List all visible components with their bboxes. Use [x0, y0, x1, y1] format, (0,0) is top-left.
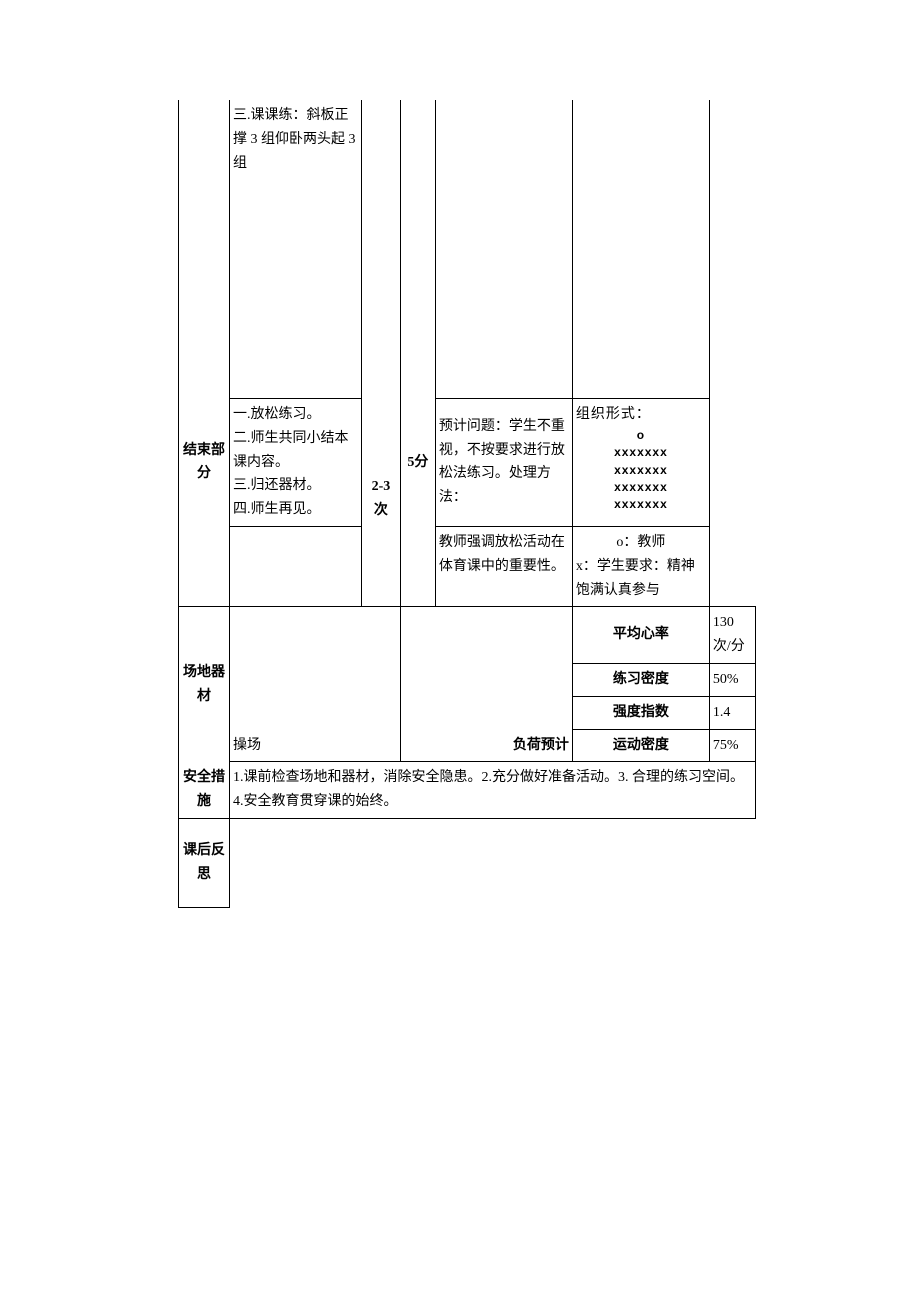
- metric-1-value: 50%: [709, 663, 755, 696]
- venue-value: 操场: [230, 607, 401, 762]
- safety-value: 1.课前检查场地和器材，消除安全隐患。2.充分做好准备活动。3. 合理的练习空间…: [230, 762, 756, 819]
- row3-content-blank: [230, 526, 362, 606]
- conclusion-item-1: 一.放松练习。: [233, 403, 358, 427]
- venue-label: 场地器材: [179, 607, 230, 762]
- row3-legend: o：教师 x：学生要求：精神饱满认真参与: [572, 526, 709, 606]
- conclusion-item-2: 二.师生共同小结本课内容。: [233, 427, 358, 475]
- org-row-1: xxxxxxx: [576, 444, 706, 461]
- row1-content: 三.课课练：斜板正撑 3 组仰卧两头起 3 组: [230, 100, 362, 399]
- row1-org-blank: [572, 100, 709, 399]
- row1-count-blank: [361, 100, 400, 399]
- conclusion-item-3: 三.归还器材。: [233, 474, 358, 498]
- org-row-2: xxxxxxx: [576, 462, 706, 479]
- reflection-label: 课后反思: [179, 818, 230, 907]
- metric-0-label: 平均心率: [572, 607, 709, 664]
- row1-label-blank: [179, 100, 230, 399]
- row3-teacher-note: 教师强调放松活动在体育课中的重要性。: [435, 526, 572, 606]
- org-teacher-mark: o: [576, 427, 706, 444]
- conclusion-time: 5分: [400, 399, 435, 527]
- conclusion-content: 一.放松练习。 二.师生共同小结本课内容。 三.归还器材。 四.师生再见。: [230, 399, 362, 527]
- legend-student: x：学生要求：精神饱满认真参与: [576, 555, 706, 603]
- legend-teacher: o：教师: [576, 531, 706, 555]
- metric-1-label: 练习密度: [572, 663, 709, 696]
- lesson-plan-table: 三.课课练：斜板正撑 3 组仰卧两头起 3 组 结束部分 一.放松练习。 二.师…: [178, 100, 756, 908]
- safety-label: 安全措施: [179, 762, 230, 819]
- conclusion-label: 结束部分: [179, 399, 230, 527]
- conclusion-count: 2-3次: [361, 399, 400, 527]
- org-row-3: xxxxxxx: [576, 479, 706, 496]
- reflection-value: [230, 818, 756, 907]
- metric-2-value: 1.4: [709, 696, 755, 729]
- org-title: 组织形式：: [576, 403, 706, 427]
- conclusion-predicted: 预计问题：学生不重视，不按要求进行放松法练习。处理方法：: [435, 399, 572, 527]
- row1-time-blank: [400, 100, 435, 399]
- row3-time-blank: [400, 526, 435, 606]
- conclusion-item-4: 四.师生再见。: [233, 498, 358, 522]
- metric-2-label: 强度指数: [572, 696, 709, 729]
- load-label: 负荷预计: [400, 607, 572, 762]
- row3-count-blank: [361, 526, 400, 606]
- metric-0-value: 130 次/分: [709, 607, 755, 664]
- metric-3-label: 运动密度: [572, 729, 709, 762]
- row1-predicted-blank: [435, 100, 572, 399]
- conclusion-organization: 组织形式： o xxxxxxx xxxxxxx xxxxxxx xxxxxxx: [572, 399, 709, 527]
- row3-label-blank: [179, 526, 230, 606]
- metric-3-value: 75%: [709, 729, 755, 762]
- org-row-4: xxxxxxx: [576, 496, 706, 513]
